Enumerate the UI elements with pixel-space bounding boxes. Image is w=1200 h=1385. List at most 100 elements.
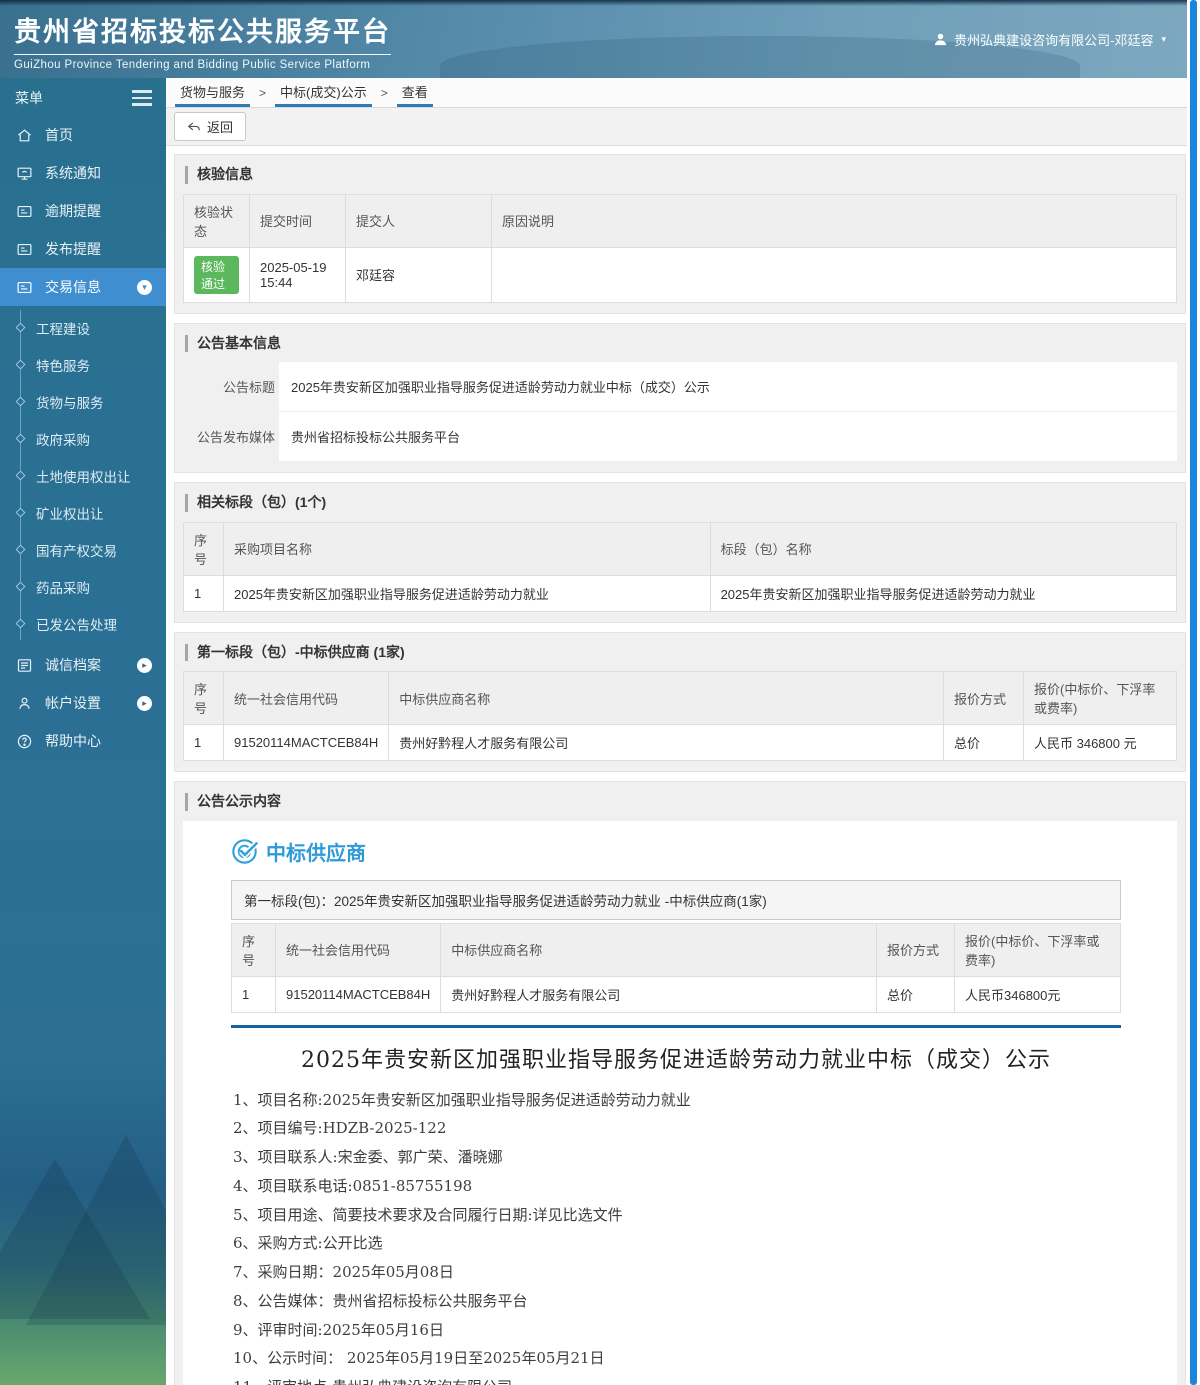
sidebar-item-trade-info[interactable]: 交易信息 ▾: [0, 268, 166, 306]
index-cell: 1: [231, 975, 276, 1013]
price-method-cell: 总价: [876, 975, 955, 1013]
column-header: 序号: [183, 521, 224, 576]
sidebar-subitem-mining-rights[interactable]: 矿业权出让: [0, 494, 166, 531]
home-icon: [16, 127, 33, 144]
sidebar-subitem-gov-procurement[interactable]: 政府采购: [0, 420, 166, 457]
user-name: 贵州弘典建设咨询有限公司-邓廷容: [954, 33, 1154, 48]
table-row: 1 91520114MACTCEB84H 贵州好黔程人才服务有限公司 总价 人民…: [183, 724, 1177, 761]
article-item: 8、公告媒体：贵州省招标投标公共服务平台: [233, 1291, 528, 1310]
column-header: 序号: [183, 671, 224, 725]
scrollbar-thumb[interactable]: [1190, 0, 1197, 1385]
project-name-cell: 2025年贵安新区加强职业指导服务促进适龄劳动力就业: [223, 574, 711, 612]
status-badge: 核验通过: [194, 255, 239, 294]
chevron-right-circle-icon: ▸: [137, 695, 152, 711]
winning-suppliers-table: 序号 统一社会信用代码 中标供应商名称 报价方式 报价(中标价、下浮率或费率) …: [183, 671, 1177, 761]
index-cell: 1: [183, 724, 224, 761]
table-header-row: 序号 统一社会信用代码 中标供应商名称 报价方式 报价(中标价、下浮率或费率): [231, 922, 1121, 977]
sidebar-item-account-settings[interactable]: 帐户设置 ▸: [0, 684, 166, 722]
card-icon: [16, 279, 33, 296]
sidebar-item-notifications[interactable]: 系统通知: [0, 154, 166, 192]
breadcrumb-award-notice[interactable]: 中标(成交)公示: [275, 78, 372, 107]
menu-label: 菜单: [15, 90, 43, 106]
target-check-icon: [231, 838, 258, 865]
sidebar-item-help-center[interactable]: 帮助中心: [0, 722, 166, 760]
supplier-name-cell: 贵州好黔程人才服务有限公司: [388, 724, 944, 761]
table-header-row: 序号 统一社会信用代码 中标供应商名称 报价方式 报价(中标价、下浮率或费率): [183, 671, 1177, 725]
article-item: 10、公示时间： 2025年05月19日至2025年05月21日: [233, 1349, 605, 1368]
sidebar-subitem-goods-services[interactable]: 货物与服务: [0, 383, 166, 420]
related-lots-table: 序号 采购项目名称 标段（包）名称 1 2025年贵安新区加强职业指导服务促进适…: [183, 521, 1178, 612]
user-menu[interactable]: 贵州弘典建设咨询有限公司-邓廷容 ▾: [933, 30, 1166, 49]
breadcrumb-separator: >: [380, 85, 388, 100]
breadcrumb-view[interactable]: 查看: [396, 78, 433, 107]
sidebar-subitem-engineering[interactable]: 工程建设: [0, 309, 166, 346]
sidebar-item-home[interactable]: 首页: [0, 116, 166, 154]
list-icon: [16, 657, 33, 674]
content-area: 核验信息 核验状态 提交时间 提交人 原因说明 核验通过 2025-05-19 …: [166, 146, 1200, 1385]
sidebar-item-overdue-reminder[interactable]: 逾期提醒: [0, 192, 166, 230]
diamond-bullet-icon: [15, 396, 26, 407]
verification-table: 核验状态 提交时间 提交人 原因说明 核验通过 2025-05-19 15:44…: [183, 193, 1177, 303]
sidebar-subitem-drug-procurement[interactable]: 药品采购: [0, 568, 166, 605]
field-value: 贵州省招标投标公共服务平台: [279, 412, 1177, 462]
column-header: 统一社会信用代码: [274, 922, 442, 977]
article-item: 6、采购方式:公开比选: [233, 1234, 383, 1253]
table-header-row: 序号 采购项目名称 标段（包）名称: [183, 521, 1178, 576]
column-header: 核验状态: [183, 193, 250, 248]
chevron-down-icon: ▾: [1161, 34, 1166, 44]
back-icon: [187, 121, 201, 133]
divider: [231, 1024, 1121, 1028]
price-cell: 人民币346800元: [954, 975, 1121, 1013]
breadcrumb-separator: >: [259, 85, 267, 100]
lot-header-box: 第一标段(包)：2025年贵安新区加强职业指导服务促进适龄劳动力就业 -中标供应…: [231, 879, 1121, 920]
article-item: 4、项目联系电话:0851-85755198: [233, 1176, 473, 1195]
sidebar-item-publish-reminder[interactable]: 发布提醒: [0, 230, 166, 268]
sidebar-item-credit-archive[interactable]: 诚信档案 ▸: [0, 646, 166, 684]
diamond-bullet-icon: [15, 322, 26, 333]
sidebar-subitem-state-property[interactable]: 国有产权交易: [0, 531, 166, 568]
column-header: 中标供应商名称: [388, 671, 944, 725]
announcement-title-row: 公告标题 2025年贵安新区加强职业指导服务促进适龄劳动力就业中标（成交）公示: [183, 362, 1177, 412]
hamburger-icon[interactable]: [132, 88, 152, 108]
winning-supplier-heading: 中标供应商: [231, 837, 1121, 866]
menu-header: 菜单: [0, 80, 166, 116]
index-cell: 1: [183, 574, 224, 612]
content-suppliers-table: 序号 统一社会信用代码 中标供应商名称 报价方式 报价(中标价、下浮率或费率) …: [231, 922, 1121, 1013]
sidebar-subitem-published-announcements[interactable]: 已发公告处理: [0, 605, 166, 642]
breadcrumb-goods-services[interactable]: 货物与服务: [175, 78, 251, 107]
article-item: 11、评审地点:贵州弘典建设咨询有限公司: [233, 1378, 1121, 1385]
field-label: 公告发布媒体: [196, 430, 275, 445]
diamond-bullet-icon: [15, 544, 26, 555]
page-subtitle: GuiZhou Province Tendering and Bidding P…: [14, 59, 371, 71]
section-related-lots: 相关标段（包）(1个) 序号 采购项目名称 标段（包）名称 1 2025年贵安新…: [174, 482, 1186, 623]
column-header: 报价(中标价、下浮率或费率): [1023, 671, 1177, 725]
article-item: 3、项目联系人:宋金委、郭广荣、潘晓娜: [233, 1148, 503, 1166]
sidebar-subitem-featured-services[interactable]: 特色服务: [0, 346, 166, 383]
table-row: 1 2025年贵安新区加强职业指导服务促进适龄劳动力就业 2025年贵安新区加强…: [183, 574, 1178, 612]
column-header: 中标供应商名称: [440, 922, 877, 977]
monitor-icon: [16, 165, 33, 182]
column-header: 报价方式: [876, 922, 955, 977]
page-title: 贵州省招标投标公共服务平台: [14, 10, 391, 55]
lot-name-cell: 2025年贵安新区加强职业指导服务促进适龄劳动力就业: [709, 574, 1178, 612]
article-item: 9、评审时间:2025年05月16日: [233, 1320, 444, 1339]
diamond-bullet-icon: [15, 581, 26, 592]
section-title: 第一标段（包）-中标供应商 (1家): [185, 643, 1177, 661]
card-icon: [16, 241, 33, 258]
column-header: 报价(中标价、下浮率或费率): [954, 922, 1121, 977]
brand: 贵州省招标投标公共服务平台 GuiZhou Province Tendering…: [14, 10, 391, 71]
diamond-bullet-icon: [15, 470, 26, 481]
table-header-row: 核验状态 提交时间 提交人 原因说明: [183, 193, 1177, 248]
section-title: 相关标段（包）(1个): [185, 494, 1177, 512]
column-header: 提交时间: [249, 193, 346, 248]
main-content: 货物与服务 > 中标(成交)公示 > 查看 返回 核验信息 核验状态 提交时间 …: [166, 78, 1200, 1385]
sidebar-subitem-land-use[interactable]: 土地使用权出让: [0, 457, 166, 494]
card-icon: [16, 203, 33, 220]
trade-info-submenu: 工程建设 特色服务 货物与服务 政府采购 土地使用权出让 矿业权出让 国有产权交…: [0, 306, 166, 646]
section-verification: 核验信息 核验状态 提交时间 提交人 原因说明 核验通过 2025-05-19 …: [174, 154, 1186, 314]
question-icon: [16, 733, 33, 750]
back-button[interactable]: 返回: [174, 112, 247, 141]
field-label: 公告标题: [222, 380, 275, 395]
article-item: 1、项目名称:2025年贵安新区加强职业指导服务促进适龄劳动力就业: [233, 1090, 691, 1109]
column-header: 报价方式: [943, 671, 1024, 725]
